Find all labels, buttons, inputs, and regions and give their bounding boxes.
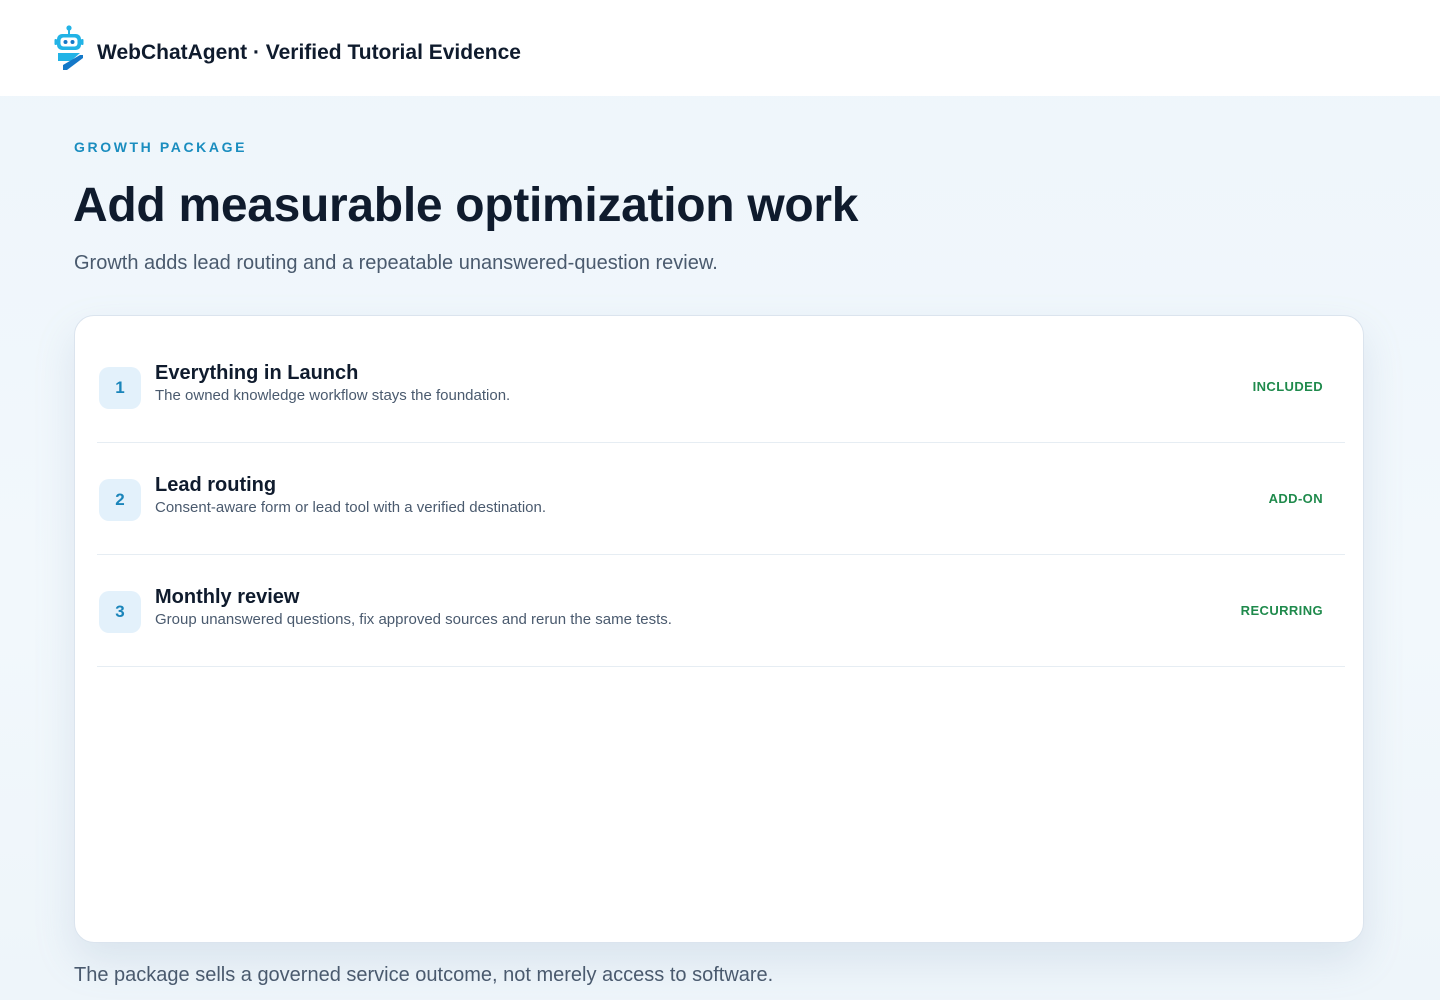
page-title: Add measurable optimization work <box>73 179 859 232</box>
package-eyebrow: GROWTH PACKAGE <box>74 139 248 155</box>
item-title: Lead routing <box>155 474 277 496</box>
top-bar: WebChatAgent · Verified Tutorial Evidenc… <box>0 0 1440 96</box>
footer-note: The package sells a governed service out… <box>74 964 774 986</box>
item-status-tag: INCLUDED <box>1252 379 1323 394</box>
list-item: 3 Monthly review Group unanswered questi… <box>97 555 1345 667</box>
list-item: 2 Lead routing Consent-aware form or lea… <box>97 443 1345 555</box>
robot-icon <box>54 24 86 72</box>
step-number-badge: 2 <box>99 479 141 521</box>
step-number-badge: 1 <box>99 367 141 409</box>
item-title: Everything in Launch <box>155 362 359 384</box>
page-subtitle: Growth adds lead routing and a repeatabl… <box>74 252 718 274</box>
item-status-tag: ADD-ON <box>1268 491 1323 506</box>
step-number-badge: 3 <box>99 591 141 633</box>
package-items-card: 1 Everything in Launch The owned knowled… <box>74 315 1364 943</box>
item-title: Monthly review <box>155 586 300 608</box>
item-status-tag: RECURRING <box>1240 603 1323 618</box>
item-description: Group unanswered questions, fix approved… <box>155 611 672 628</box>
app-title: WebChatAgent · Verified Tutorial Evidenc… <box>97 41 521 64</box>
item-description: The owned knowledge workflow stays the f… <box>155 387 511 404</box>
item-description: Consent-aware form or lead tool with a v… <box>155 499 547 516</box>
list-item: 1 Everything in Launch The owned knowled… <box>97 331 1345 443</box>
